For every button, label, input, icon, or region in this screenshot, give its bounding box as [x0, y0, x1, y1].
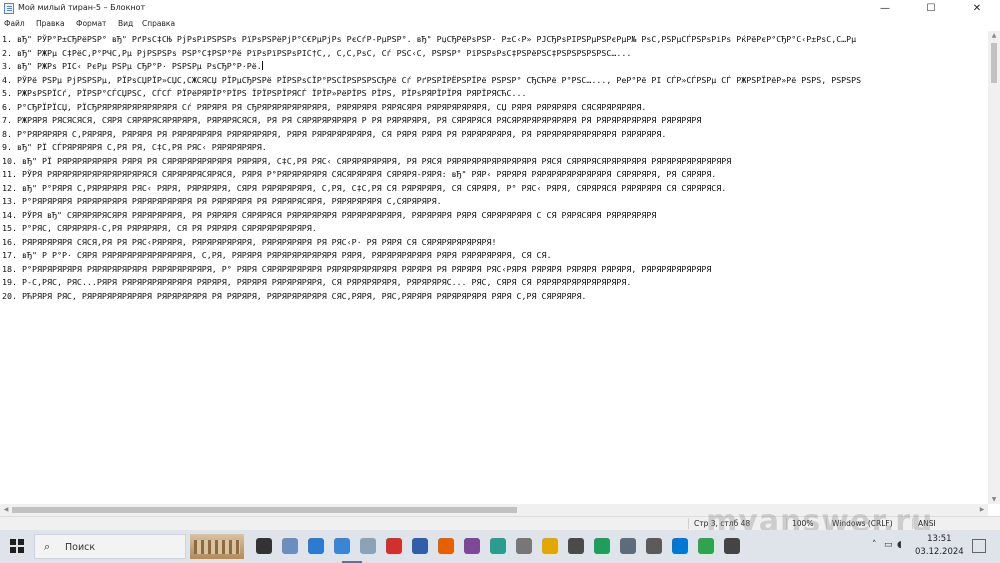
- taskbar-clock[interactable]: 13:51 03.12.2024: [915, 533, 964, 559]
- clock-app-icon[interactable]: [568, 538, 584, 554]
- firefox-icon[interactable]: [438, 538, 454, 554]
- text-line: 1. вЂ" РЎР°Р±СЂРёРЅР° вЂ" РґРѕС‡СЊ РјРѕР…: [2, 34, 857, 44]
- search-icon: ⌕: [44, 540, 51, 553]
- network-icon[interactable]: ▭: [884, 540, 893, 550]
- text-line: 2. вЂ" РЖРµ С‡РёС‚Р°РЧС‚Рµ РјРЅРЅРѕ РЅР°…: [2, 48, 632, 58]
- triangle-app-icon[interactable]: [542, 538, 558, 554]
- chrome-icon[interactable]: [698, 538, 714, 554]
- vertical-scroll-thumb[interactable]: [991, 43, 997, 83]
- text-line: 11. РЎРЯ РЯРЯРЯРЯРЯРЯРЯРЯРЯРЯСЯ СЯРЯРЯРЯ…: [2, 169, 717, 179]
- clock-date: 03.12.2024: [915, 547, 964, 557]
- text-line: 19. Р-С,РЯС, РЯС...РЯРЯ РЯРЯРЯРЯРЯРЯРЯ Р…: [2, 277, 632, 287]
- volume-icon[interactable]: ◖: [897, 540, 902, 550]
- menu-bar: Файл Правка Формат Вид Справка: [0, 17, 1000, 31]
- scroll-down-icon[interactable]: ▼: [988, 496, 1000, 503]
- files-app-icon[interactable]: [308, 538, 324, 554]
- notepad-app-icon[interactable]: [334, 538, 350, 554]
- maximize-button[interactable]: ☐: [908, 0, 954, 17]
- menu-view[interactable]: Вид: [118, 19, 133, 28]
- status-divider: [688, 518, 689, 529]
- search-highlight-image[interactable]: [190, 534, 244, 559]
- text-line: 13. Р°РЯРЯРЯРЯ РЯРЯРЯРЯРЯ РЯРЯРЯРЯРЯРЯ Р…: [2, 196, 442, 206]
- vertical-scrollbar[interactable]: ▲ ▼: [988, 31, 1000, 504]
- menu-format[interactable]: Формат: [76, 19, 106, 28]
- tray-chevron-icon[interactable]: ˄: [872, 540, 877, 550]
- photo-app-icon[interactable]: [490, 538, 506, 554]
- text-line: 15. Р°РЯС, СЯРЯРЯРЯ-С,РЯ РЯРЯРЯРЯ, СЯ РЯ…: [2, 223, 317, 233]
- text-editor[interactable]: 1. вЂ" РЎР°Р±СЂРёРЅР° вЂ" РґРѕС‡СЊ РјРѕР…: [0, 31, 988, 504]
- text-line: 9. вЂ" РЇ СЃРЯРЯРЯРЯ С,РЯ РЯ, С‡С,РЯ РЯС…: [2, 142, 267, 152]
- opera-icon[interactable]: [386, 538, 402, 554]
- clock-time: 13:51: [927, 534, 952, 544]
- gear-icon[interactable]: [724, 538, 740, 554]
- tor-icon[interactable]: [464, 538, 480, 554]
- store-icon[interactable]: [672, 538, 688, 554]
- scroll-up-icon[interactable]: ▲: [988, 32, 1000, 39]
- text-line: 20. РЋРЯРЯ РЯС, РЯРЯРЯРЯРЯРЯРЯ РЯРЯРЯРЯР…: [2, 291, 587, 301]
- text-caret: [261, 61, 263, 70]
- scroll-left-icon[interactable]: ◀: [0, 506, 12, 513]
- media-app-icon[interactable]: [360, 538, 376, 554]
- text-line: 8. Р°РЯРЯРЯРЯ С,РЯРЯРЯ, РЯРЯРЯ РЯ РЯРЯРЯ…: [2, 129, 667, 139]
- horizontal-scroll-thumb[interactable]: [12, 507, 517, 513]
- tools-icon[interactable]: [620, 538, 636, 554]
- text-line: 5. РЖРѕРЅРЇСѓ, РЇРЅР°СЃСЏРЅС, СЃСЃ РЇРёР…: [2, 88, 527, 98]
- calc-app-icon[interactable]: [646, 538, 662, 554]
- title-bar: Мой милый тиран-5 – Блокнот — ☐ ✕: [0, 0, 1000, 17]
- notification-icon[interactable]: [972, 539, 986, 553]
- text-line: 4. РЎРё РЅРµ РјРЅРЅРµ, РЇРѕСЏРЇР»СЏС,СЖС…: [2, 75, 862, 85]
- scroll-right-icon[interactable]: ▶: [976, 506, 988, 513]
- text-line: 16. РЯРЯРЯРЯРЯ СЯСЯ,РЯ РЯ РЯС‹РЯРЯРЯ, РЯ…: [2, 237, 497, 247]
- windows-start-icon[interactable]: [10, 539, 24, 553]
- shield-app-icon[interactable]: [516, 538, 532, 554]
- menu-file[interactable]: Файл: [4, 19, 25, 28]
- menu-help[interactable]: Справка: [142, 19, 175, 28]
- text-line: 12. вЂ" Р°РЯРЯ С,РЯРЯРЯРЯ РЯС‹ РЯРЯ, РЯР…: [2, 183, 727, 193]
- text-line: 7. РЖРЯРЯ РЯСЯСЯСЯ, СЯРЯ СЯРЯРЯСЯРЯРЯРЯ,…: [2, 115, 702, 125]
- text-line: 18. Р°РЯРЯРЯРЯРЯ РЯРЯРЯРЯРЯРЯ РЯРЯРЯРЯРЯ…: [2, 264, 712, 274]
- text-line: 14. РЎРЯ вЂ" СЯРЯРЯРЯСЯРЯ РЯРЯРЯРЯРЯ, РЯ…: [2, 210, 657, 220]
- text-line: 3. вЂ" РЖРѕ РІС‹ РєРµ РЅРµ СЂР°Р· РЅРЅРµ…: [2, 61, 263, 71]
- taskbar-search[interactable]: ⌕ Поиск: [34, 534, 186, 559]
- minimize-button[interactable]: —: [862, 0, 908, 17]
- edge-tool-icon[interactable]: [282, 538, 298, 554]
- menu-edit[interactable]: Правка: [36, 19, 65, 28]
- notepad-icon: [4, 3, 14, 14]
- task-view-icon[interactable]: [256, 538, 272, 554]
- taskbar: ⌕ Поиск ˄ ▭ ◖ 13:51 03.12.2024: [0, 530, 1000, 563]
- text-line: 10. вЂ" РЇ РЯРЯРЯРЯРЯРЯ РЯРЯ РЯ СЯРЯРЯРЯ…: [2, 156, 732, 166]
- search-placeholder: Поиск: [65, 542, 96, 553]
- mail-app-icon[interactable]: [412, 538, 428, 554]
- window-title: Мой милый тиран-5 – Блокнот: [18, 3, 146, 12]
- close-button[interactable]: ✕: [954, 0, 1000, 17]
- text-line: 6. Р°СЂРЇРЇСЏ, РЇСЂРЯРЯРЯРЯРЯРЯРЯРЯ Сѓ Р…: [2, 102, 647, 112]
- text-line: 17. вЂ" Р Р°Р· СЯРЯ РЯРЯРЯРЯРЯРЯРЯРЯРЯ, …: [2, 250, 552, 260]
- green-app-icon[interactable]: [594, 538, 610, 554]
